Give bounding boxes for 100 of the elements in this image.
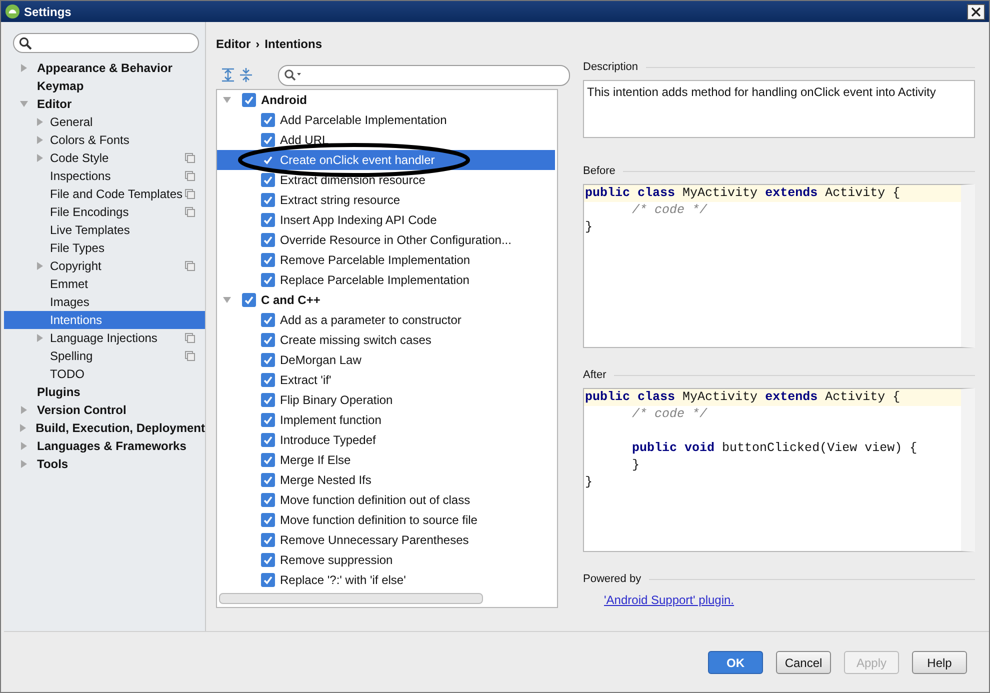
tree-item[interactable]: Add as a parameter to constructor bbox=[217, 310, 555, 330]
checkbox[interactable] bbox=[261, 353, 275, 367]
tree-item[interactable]: Merge Nested Ifs bbox=[217, 470, 555, 490]
sidebar-item[interactable]: Version Control bbox=[4, 401, 205, 419]
sidebar-item[interactable]: Intentions bbox=[4, 311, 205, 329]
checkbox[interactable] bbox=[242, 293, 256, 307]
tree-item[interactable]: DeMorgan Law bbox=[217, 350, 555, 370]
sidebar-item[interactable]: Inspections bbox=[4, 167, 205, 185]
sidebar-item[interactable]: File and Code Templates bbox=[4, 185, 205, 203]
sidebar-item[interactable]: Copyright bbox=[4, 257, 205, 275]
checkbox[interactable] bbox=[261, 393, 275, 407]
sidebar-item[interactable]: Keymap bbox=[4, 77, 205, 95]
tree-item[interactable]: Remove Parcelable Implementation bbox=[217, 250, 555, 270]
checkbox[interactable] bbox=[261, 413, 275, 427]
item-label: Introduce Typedef bbox=[280, 433, 376, 447]
tree-item[interactable]: Move function definition out of class bbox=[217, 490, 555, 510]
item-label: DeMorgan Law bbox=[280, 353, 362, 367]
close-icon[interactable] bbox=[967, 4, 985, 20]
sidebar-item[interactable]: Live Templates bbox=[4, 221, 205, 239]
checkbox[interactable] bbox=[261, 113, 275, 127]
tree-item[interactable]: Extract 'if' bbox=[217, 370, 555, 390]
checkbox[interactable] bbox=[261, 233, 275, 247]
tree-item[interactable]: Create missing switch cases bbox=[217, 330, 555, 350]
collapsed-arrow-icon[interactable] bbox=[36, 118, 44, 126]
tree-item[interactable]: Merge If Else bbox=[217, 450, 555, 470]
expanded-arrow-icon[interactable] bbox=[223, 96, 231, 104]
checkbox[interactable] bbox=[261, 173, 275, 187]
plugin-link[interactable]: 'Android Support' plugin. bbox=[604, 593, 734, 607]
tree-item[interactable]: Insert App Indexing API Code bbox=[217, 210, 555, 230]
expand-all-icon[interactable] bbox=[222, 68, 234, 82]
filter-field[interactable] bbox=[278, 64, 570, 86]
tree-item[interactable]: Extract dimension resource bbox=[217, 170, 555, 190]
sidebar-item[interactable]: Emmet bbox=[4, 275, 205, 293]
sidebar-item[interactable]: Colors & Fonts bbox=[4, 131, 205, 149]
checkbox[interactable] bbox=[261, 313, 275, 327]
collapsed-arrow-icon[interactable] bbox=[20, 406, 28, 414]
checkbox[interactable] bbox=[261, 373, 275, 387]
checkbox[interactable] bbox=[261, 433, 275, 447]
collapse-all-icon[interactable] bbox=[240, 68, 252, 82]
sidebar-item[interactable]: Build, Execution, Deployment bbox=[4, 419, 205, 437]
collapsed-arrow-icon[interactable] bbox=[19, 424, 28, 432]
checkbox[interactable] bbox=[261, 533, 275, 547]
tree-item[interactable]: Add URL bbox=[217, 130, 555, 150]
scrollbar[interactable] bbox=[219, 593, 483, 604]
checkbox[interactable] bbox=[242, 93, 256, 107]
tree-item[interactable]: Remove Unnecessary Parentheses bbox=[217, 530, 555, 550]
checkbox[interactable] bbox=[261, 213, 275, 227]
expanded-arrow-icon[interactable] bbox=[223, 296, 231, 304]
tree-item[interactable]: Remove suppression bbox=[217, 550, 555, 570]
sidebar-item[interactable]: Spelling bbox=[4, 347, 205, 365]
item-label: Implement function bbox=[280, 413, 382, 427]
sidebar-item[interactable]: Languages & Frameworks bbox=[4, 437, 205, 455]
tree-item[interactable]: Add Parcelable Implementation bbox=[217, 110, 555, 130]
tree-item[interactable]: Flip Binary Operation bbox=[217, 390, 555, 410]
collapsed-arrow-icon[interactable] bbox=[36, 136, 44, 144]
checkbox[interactable] bbox=[261, 473, 275, 487]
collapsed-arrow-icon[interactable] bbox=[20, 64, 28, 72]
tree-item[interactable]: Implement function bbox=[217, 410, 555, 430]
sidebar-item[interactable]: Appearance & Behavior bbox=[4, 59, 205, 77]
checkbox[interactable] bbox=[261, 193, 275, 207]
checkbox[interactable] bbox=[261, 553, 275, 567]
sidebar-item[interactable]: Editor bbox=[4, 95, 205, 113]
dialog-button[interactable]: Help bbox=[912, 651, 967, 674]
sidebar-item[interactable]: Language Injections bbox=[4, 329, 205, 347]
dialog-button[interactable]: OK bbox=[708, 651, 763, 674]
sidebar-item[interactable]: Images bbox=[4, 293, 205, 311]
tree-item[interactable]: Replace Parcelable Implementation bbox=[217, 270, 555, 290]
code-line: public void buttonClicked(View view) { bbox=[632, 441, 918, 455]
collapsed-arrow-icon[interactable] bbox=[36, 154, 44, 162]
sidebar-item[interactable]: Tools bbox=[4, 455, 205, 473]
search-field[interactable] bbox=[13, 33, 199, 53]
tree-item[interactable]: Extract string resource bbox=[217, 190, 555, 210]
tree-item[interactable]: Override Resource in Other Configuration... bbox=[217, 230, 555, 250]
checkbox[interactable] bbox=[261, 493, 275, 507]
tree-item[interactable]: C and C++ bbox=[217, 290, 555, 310]
checkbox[interactable] bbox=[261, 133, 275, 147]
tree-item[interactable]: Android bbox=[217, 90, 555, 110]
collapsed-arrow-icon[interactable] bbox=[36, 334, 44, 342]
sidebar-item[interactable]: General bbox=[4, 113, 205, 131]
collapsed-arrow-icon[interactable] bbox=[20, 460, 28, 468]
collapsed-arrow-icon[interactable] bbox=[20, 442, 28, 450]
sidebar-item[interactable]: Plugins bbox=[4, 383, 205, 401]
checkbox[interactable] bbox=[261, 273, 275, 287]
tree-item[interactable]: Create onClick event handler bbox=[217, 150, 555, 170]
checkbox[interactable] bbox=[261, 333, 275, 347]
sidebar-item[interactable]: File Types bbox=[4, 239, 205, 257]
checkbox[interactable] bbox=[261, 513, 275, 527]
tree-item[interactable]: Introduce Typedef bbox=[217, 430, 555, 450]
dialog-button[interactable]: Cancel bbox=[776, 651, 831, 674]
sidebar-item[interactable]: TODO bbox=[4, 365, 205, 383]
checkbox[interactable] bbox=[261, 453, 275, 467]
tree-item[interactable]: Move function definition to source file bbox=[217, 510, 555, 530]
checkbox[interactable] bbox=[261, 573, 275, 587]
sidebar-item[interactable]: File Encodings bbox=[4, 203, 205, 221]
item-label: Remove Unnecessary Parentheses bbox=[280, 533, 469, 547]
tree-item[interactable]: Replace '?:' with 'if else' bbox=[217, 570, 555, 590]
checkbox[interactable] bbox=[261, 253, 275, 267]
sidebar-item[interactable]: Code Style bbox=[4, 149, 205, 167]
collapsed-arrow-icon[interactable] bbox=[36, 262, 44, 270]
expanded-arrow-icon[interactable] bbox=[20, 100, 28, 108]
